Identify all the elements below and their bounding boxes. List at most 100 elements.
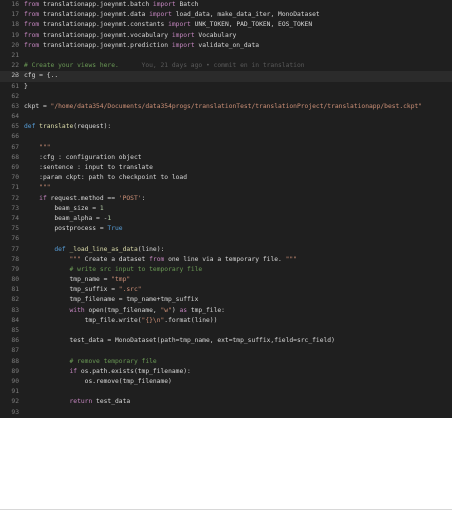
line-number: 65 [11,123,19,131]
code-line[interactable]: 93 [0,408,452,418]
code-line[interactable]: 75 postprocess = True [0,224,452,234]
line-number: 85 [11,327,19,334]
code-line[interactable]: 64 [0,112,452,122]
line-number: 74 [11,214,19,222]
code-text: :sentence : input to translate [24,164,153,171]
line-number: 62 [11,92,19,100]
line-number: 91 [11,388,19,396]
code-text: from translationapp.joeynmt.prediction i… [24,41,260,49]
code-line[interactable]: 16 from translationapp.joeynmt.batch impo… [0,0,452,10]
code-line[interactable]: 84 tmp_file.write("{}\n".format(line)) [0,316,452,326]
code-line[interactable]: 90 os.remove(tmp_filename) [0,377,452,387]
code-text: :cfg : configuration object [24,153,142,161]
code-line[interactable]: 74 beam_alpha = -1 [0,214,452,224]
code-text: :param ckpt: path to checkpoint to load [24,174,188,182]
line-number: 79 [11,265,19,273]
code-line[interactable]: 73 beam_size = 1 [0,204,452,214]
code-line[interactable]: 82 tmp_filename = tmp_name+tmp_suffix [0,295,452,305]
line-number: 63 [11,102,19,110]
code-text: tmp_file.write("{}\n".format(line)) [24,316,218,324]
code-text: # remove temporary file [69,357,157,365]
code-line[interactable]: 85 [0,326,452,336]
code-text: from translationapp.joeynmt.vocabulary i… [24,31,237,39]
line-number: 92 [11,398,19,406]
code-text: from translationapp.joeynmt.batch import… [24,1,199,8]
code-text: """ Create a dataset from one line via a… [69,255,298,263]
line-number: 68 [11,153,19,161]
code-line[interactable]: 80 tmp_name = "tmp" [0,275,452,285]
code-line[interactable]: 77 def _load_line_as_data(line): [0,245,452,255]
code-text: if os.path.exists(tmp_filename): [69,367,191,375]
code-line[interactable]: 91 [0,387,452,397]
line-number: 69 [11,164,19,171]
code-line[interactable]: 76 [0,234,452,244]
code-line[interactable]: 21 [0,51,452,61]
line-number: 76 [11,235,19,243]
line-number: 70 [11,174,19,182]
code-line[interactable]: 61} [0,82,452,92]
code-line[interactable]: 22 # Create your views here. You, 21 days… [0,61,452,71]
line-number: 83 [11,306,19,314]
code-line[interactable]: 92 return test_data [0,397,452,407]
code-line[interactable]: 81 tmp_suffix = ".src" [0,285,452,295]
line-number: 67 [11,143,19,151]
code-text: def _load_line_as_data(line): [54,245,165,253]
line-number: 78 [11,255,19,263]
line-number: 61 [11,82,19,90]
code-line[interactable]: 66 [0,132,452,142]
line-number: 77 [11,245,19,253]
code-line[interactable]: 83 with open(tmp_filename, "w") as tmp_f… [0,306,452,316]
code-text: with open(tmp_filename, "w") as tmp_file… [69,306,225,314]
code-text: } [24,82,28,90]
code-editor[interactable]: 16 from translationapp.joeynmt.batch impo… [0,0,452,418]
code-line[interactable]: 69 :sentence : input to translate [0,163,452,173]
code-line[interactable]: 78 """ Create a dataset from one line vi… [0,255,452,265]
code-line[interactable]: 89 if os.path.exists(tmp_filename): [0,367,452,377]
code-text: from translationapp.joeynmt.constants im… [24,21,313,29]
code-line[interactable]: 71 """ [0,183,452,193]
code-line[interactable]: 19 from translationapp.joeynmt.vocabulary… [0,31,452,41]
code-line[interactable]: 86 test_data = MonoDataset(path=tmp_name… [0,336,452,346]
code-text: # write src input to temporary file [69,265,203,273]
code-line[interactable]: 23 › cfg = {.. [0,71,452,82]
code-line[interactable]: 70 :param ckpt: path to checkpoint to lo… [0,173,452,183]
code-line[interactable]: 65 def translate(request): [0,122,452,132]
code-text: beam_size = 1 [24,204,104,212]
line-number: 64 [11,113,19,121]
line-number: 73 [11,204,19,212]
line-number: 81 [11,286,19,294]
code-text: beam_alpha = -1 [24,214,112,222]
code-text: from translationapp.joeynmt.data import … [24,11,320,19]
code-line[interactable]: 17 from translationapp.joeynmt.data impor… [0,10,452,20]
code-line[interactable]: 88 # remove temporary file [0,357,452,367]
code-line[interactable]: 20 from translationapp.joeynmt.prediction… [0,41,452,51]
line-number: 86 [11,337,19,345]
git-blame-annotation: You, 21 days ago • commit en in translat… [118,62,305,70]
line-number: 75 [11,225,19,233]
code-text: """ [39,184,51,192]
line-number: 22 [11,62,19,70]
code-line[interactable]: 63 ckpt = "/home/data354/Documents/data35… [0,102,452,112]
code-line[interactable]: 87 [0,346,452,356]
code-line[interactable]: 68 :cfg : configuration object [0,153,452,163]
line-number: 20 [11,41,19,49]
code-line[interactable]: 62 [0,92,452,102]
code-line[interactable]: 79 # write src input to temporary file [0,265,452,275]
code-text: return test_data [69,398,131,406]
code-line[interactable]: 72 if request.method == 'POST': [0,194,452,204]
line-number: 84 [11,316,19,324]
line-number: 16 [11,1,19,8]
code-text: os.remove(tmp_filename) [24,377,172,385]
line-number: 89 [11,367,19,375]
line-number: 80 [11,276,19,284]
code-text: test_data = MonoDataset(path=tmp_name, e… [24,337,335,345]
page-divider [0,509,452,510]
line-number: 71 [11,184,19,192]
line-number: 90 [11,377,19,385]
code-line[interactable]: 18 from translationapp.joeynmt.constants … [0,20,452,30]
code-line[interactable]: 67 """ [0,143,452,153]
code-text: postprocess = True [24,225,123,233]
code-text: tmp_suffix = ".src" [24,286,142,294]
fold-chevron-icon[interactable]: › [14,71,18,81]
code-text: ckpt = "/home/data354/Documents/data354p… [24,102,423,110]
